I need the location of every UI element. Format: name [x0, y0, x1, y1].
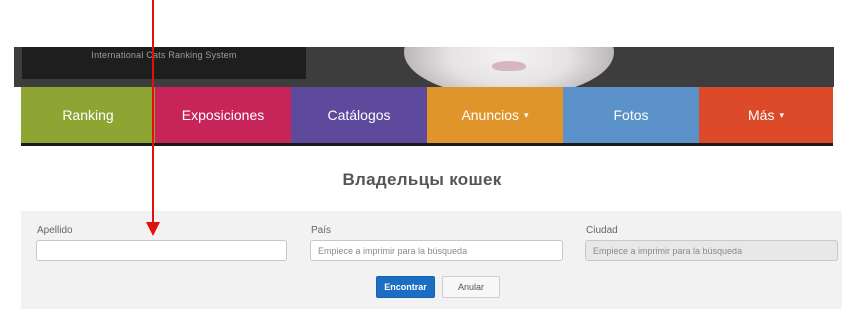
- nav-item-fotos[interactable]: Fotos: [563, 87, 699, 143]
- nav-divider: [21, 143, 833, 146]
- nav-item-mas[interactable]: Más ▾: [699, 87, 833, 143]
- nav-item-label: Anuncios: [461, 107, 520, 123]
- nav-item-label: Ranking: [62, 107, 114, 123]
- country-label: País: [311, 225, 332, 236]
- search-filter-panel: Apellido País Ciudad Encontrar Anular: [21, 211, 842, 309]
- nav-item-label: Más: [748, 107, 775, 123]
- nav-item-exposiciones[interactable]: Exposiciones: [155, 87, 291, 143]
- nav-item-anuncios[interactable]: Anuncios ▾: [427, 87, 563, 143]
- page-title: Владельцы кошек: [342, 170, 502, 189]
- nav-item-label: Fotos: [613, 107, 649, 123]
- find-button[interactable]: Encontrar: [376, 276, 435, 298]
- city-label: Ciudad: [586, 225, 618, 236]
- main-nav: Ranking Exposiciones Catálogos Anuncios …: [21, 87, 833, 143]
- caret-down-icon: ▾: [779, 109, 784, 120]
- nav-item-label: Catálogos: [327, 107, 391, 123]
- city-input[interactable]: [585, 240, 838, 261]
- cat-nose: [492, 61, 526, 71]
- cancel-button[interactable]: Anular: [442, 276, 500, 298]
- surname-label: Apellido: [37, 225, 73, 236]
- surname-input[interactable]: [36, 240, 287, 261]
- nav-item-catalogos[interactable]: Catálogos: [291, 87, 427, 143]
- annotation-arrow-line: [152, 0, 154, 224]
- brand-title: International Cats Ranking System: [91, 50, 237, 60]
- nav-item-ranking[interactable]: Ranking: [21, 87, 155, 143]
- nav-item-label: Exposiciones: [181, 107, 265, 123]
- annotation-arrow-head-icon: [146, 222, 160, 236]
- caret-down-icon: ▾: [524, 109, 529, 120]
- country-input[interactable]: [310, 240, 563, 261]
